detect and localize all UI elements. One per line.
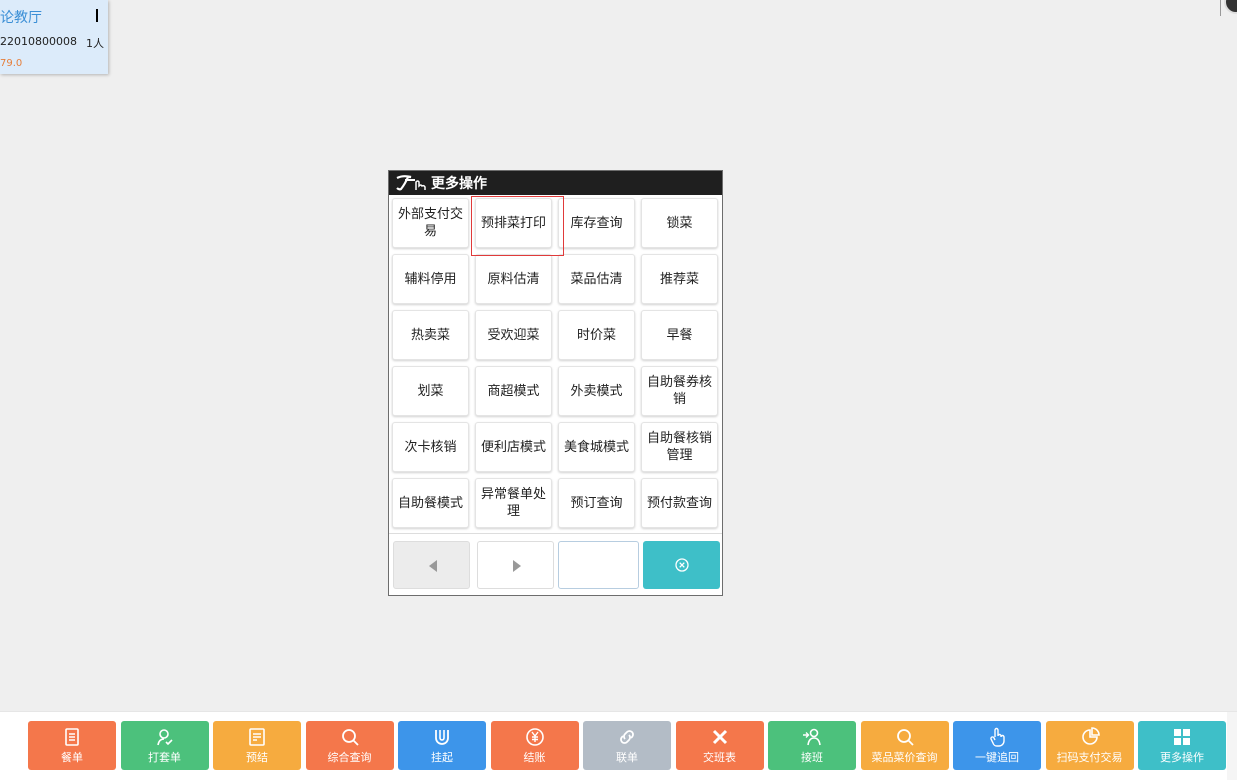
people-count: 1人: [86, 37, 104, 50]
order-amount: 79.0: [0, 58, 23, 69]
toolbar-button-label: 联单: [616, 751, 638, 764]
operation-button[interactable]: 自助餐模式: [392, 478, 469, 528]
link-icon: [620, 730, 634, 744]
operation-button[interactable]: 推荐菜: [641, 254, 718, 304]
hand-icon: [990, 727, 1005, 747]
operation-button[interactable]: 次卡核销: [392, 422, 469, 472]
toolbar-button-label: 更多操作: [1160, 751, 1204, 764]
operation-button[interactable]: 原料估清: [475, 254, 552, 304]
toolbar-edge: [1227, 712, 1237, 780]
grid-icon: [1174, 729, 1190, 745]
operation-button[interactable]: 商超模式: [475, 366, 552, 416]
toolbar-button-label: 接班: [801, 751, 823, 764]
user-in-icon: [803, 728, 821, 746]
text-cursor: [96, 9, 98, 22]
operation-button[interactable]: 锁菜: [641, 198, 718, 248]
toolbar-button[interactable]: 打套单: [120, 721, 209, 770]
toolbar-button-label: 综合查询: [327, 751, 372, 764]
magnet-icon: [435, 730, 449, 745]
toolbar-button[interactable]: 交班表: [675, 721, 764, 770]
toolbar-button-label: 扫码支付交易: [1056, 751, 1123, 764]
toolbar-button[interactable]: 扫码支付交易: [1045, 721, 1134, 770]
search-icon: [896, 729, 914, 746]
next-page-button[interactable]: [477, 541, 554, 589]
more-operations-dialog: 更多操作 外部支付交易 预排菜打印 库存查询 锁菜辅料停用 原料估清 菜品估清 推荐菜热卖菜…: [388, 170, 723, 596]
toolbar-button[interactable]: 更多操作: [1138, 721, 1226, 770]
corner-button[interactable]: [1224, 0, 1237, 14]
bottom-toolbar: 餐单 打套单 预结 综合查询 挂起 结账 联单 交班表 接班 菜品菜价查询 一键追回 扫码支付交易 更多…: [0, 711, 1237, 780]
operation-button[interactable]: 外卖模式: [558, 366, 635, 416]
close-circle-icon: [674, 558, 689, 572]
order-number: 22010800008: [0, 35, 77, 48]
toolbar-button-label: 挂起: [431, 751, 453, 764]
brand-logo-icon: [396, 175, 426, 191]
toolbar-button-label: 结账: [523, 751, 546, 764]
operation-button[interactable]: 预排菜打印: [475, 198, 552, 248]
operation-button[interactable]: 自助餐核销管理: [641, 422, 718, 472]
note-icon: [249, 728, 265, 746]
toolbar-button-label: 交班表: [703, 751, 736, 764]
toolbar-button-label: 打套单: [148, 751, 181, 764]
toolbar-button[interactable]: 挂起: [398, 721, 486, 770]
toolbar-button[interactable]: 接班: [768, 721, 856, 770]
yen-icon: [525, 728, 544, 746]
operation-button[interactable]: 菜品估清: [558, 254, 635, 304]
toolbar-button[interactable]: 结账: [490, 721, 579, 770]
operation-button[interactable]: 预付款查询: [641, 478, 718, 528]
toolbar-button[interactable]: 一键追回: [953, 721, 1041, 770]
operation-button[interactable]: 库存查询: [558, 198, 635, 248]
operations-grid: 外部支付交易 预排菜打印 库存查询 锁菜辅料停用 原料估清 菜品估清 推荐菜热卖菜 受欢迎菜时…: [392, 198, 718, 528]
toolbar-button[interactable]: 综合查询: [305, 721, 394, 770]
prev-page-button[interactable]: [393, 541, 470, 589]
toolbar-button[interactable]: 餐单: [28, 721, 116, 770]
operation-button[interactable]: 异常餐单处理: [475, 478, 552, 528]
operation-button[interactable]: 时价菜: [558, 310, 635, 360]
table-name: 论教厅: [0, 10, 42, 26]
dialog-header: 更多操作: [389, 171, 722, 195]
toolbar-button-label: 菜品菜价查询: [871, 751, 938, 764]
operation-button[interactable]: 划菜: [392, 366, 469, 416]
toolbar-button-label: 一键追回: [975, 751, 1019, 764]
toolbar-button[interactable]: 联单: [583, 721, 671, 770]
toolbar-button[interactable]: 预结: [213, 721, 301, 770]
corner-divider: [1220, 0, 1221, 16]
operation-button[interactable]: 预订查询: [558, 478, 635, 528]
pie-icon: [1081, 727, 1100, 745]
operation-button[interactable]: 自助餐券核销: [641, 366, 718, 416]
page-input[interactable]: [558, 541, 639, 589]
operation-button[interactable]: 便利店模式: [475, 422, 552, 472]
list-icon: [65, 728, 79, 746]
pagination-row: [389, 533, 722, 598]
user-check-icon: [156, 729, 173, 746]
operation-button[interactable]: 辅料停用: [392, 254, 469, 304]
chevron-left-icon: [429, 560, 437, 572]
operation-button[interactable]: 早餐: [641, 310, 718, 360]
dialog-title: 更多操作: [431, 176, 487, 192]
cross-icon: [712, 729, 727, 745]
operation-button[interactable]: 热卖菜: [392, 310, 469, 360]
toolbar-button[interactable]: 菜品菜价查询: [860, 721, 949, 770]
chevron-right-icon: [513, 560, 521, 572]
operation-button[interactable]: 受欢迎菜: [475, 310, 552, 360]
table-card[interactable]: 论教厅 22010800008 1人 79.0: [0, 0, 108, 74]
toolbar-button-label: 餐单: [61, 751, 83, 764]
operation-button[interactable]: 美食城模式: [558, 422, 635, 472]
toolbar-button-label: 预结: [246, 751, 268, 764]
search-icon: [341, 729, 359, 746]
operation-button[interactable]: 外部支付交易: [392, 198, 469, 248]
clear-button[interactable]: [643, 541, 720, 589]
